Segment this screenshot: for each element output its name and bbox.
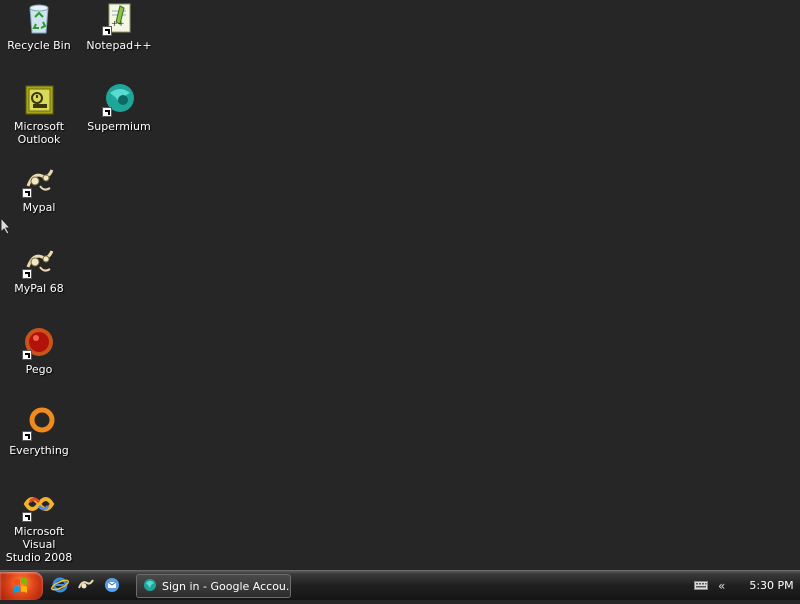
svg-text:++: ++ <box>111 19 124 28</box>
desktop-icon-mypal[interactable]: Mypal <box>0 164 78 214</box>
windows-logo-icon <box>14 577 27 593</box>
desktop-icon-label: Supermium <box>87 120 151 133</box>
shortcut-arrow-icon <box>22 512 32 522</box>
desktop-icon-label: Pego <box>25 363 53 376</box>
mypal-icon <box>22 164 56 198</box>
recycle-bin-icon <box>22 2 56 36</box>
desktop-icon-label: Microsoft Outlook <box>13 120 65 146</box>
shortcut-arrow-icon <box>102 26 112 36</box>
desktop-icon-notepad-plus-plus[interactable]: ++ Notepad++ <box>80 2 158 52</box>
desktop-icon-label: Mypal <box>22 201 56 214</box>
desktop-icon-label: Notepad++ <box>86 39 152 52</box>
desktop-icon-label: Recycle Bin <box>7 39 71 52</box>
taskbar-button-supermium[interactable]: Sign in - Google Accou... <box>136 574 291 598</box>
outlook-express-icon[interactable] <box>102 575 122 595</box>
pego-icon <box>22 326 56 360</box>
desktop-icon-label: MyPal 68 <box>14 282 64 295</box>
supermium-icon <box>102 83 136 117</box>
desktop-icon-visual-studio-2008[interactable]: Microsoft Visual Studio 2008 <box>0 488 78 564</box>
taskbar-button-label: Sign in - Google Accou... <box>162 579 291 593</box>
desktop-icon-label: Microsoft Visual Studio 2008 <box>5 525 73 564</box>
desktop-icon-outlook[interactable]: Microsoft Outlook <box>0 83 78 146</box>
keyboard-icon[interactable] <box>694 576 708 595</box>
mouse-cursor-icon <box>0 216 12 239</box>
desktop: Recycle Bin ++ Notepad++ Microsoft Outlo… <box>0 0 800 570</box>
clock[interactable]: 5:30 PM <box>749 579 793 592</box>
taskbar: Sign in - Google Accou... « 5:30 PM <box>0 570 800 600</box>
mypal-68-icon <box>22 245 56 279</box>
tray-expand-chevron-icon[interactable]: « <box>718 579 725 593</box>
everything-icon <box>22 407 56 441</box>
mypal-icon[interactable] <box>76 575 96 595</box>
visual-studio-icon <box>22 488 56 522</box>
shortcut-arrow-icon <box>22 188 32 198</box>
shortcut-arrow-icon <box>102 107 112 117</box>
internet-explorer-icon[interactable] <box>50 575 70 595</box>
notepad-plus-plus-icon: ++ <box>102 2 136 36</box>
desktop-icon-pego[interactable]: Pego <box>0 326 78 376</box>
shortcut-arrow-icon <box>22 350 32 360</box>
system-tray: « 5:30 PM <box>688 571 800 600</box>
desktop-icon-label: Everything <box>9 444 69 457</box>
desktop-icon-everything[interactable]: Everything <box>0 407 78 457</box>
shortcut-arrow-icon <box>22 269 32 279</box>
quick-launch <box>50 575 122 597</box>
desktop-icon-recycle-bin[interactable]: Recycle Bin <box>0 2 78 52</box>
desktop-icon-supermium[interactable]: Supermium <box>80 83 158 133</box>
supermium-icon <box>143 578 157 595</box>
shortcut-arrow-icon <box>22 431 32 441</box>
desktop-icon-mypal-68[interactable]: MyPal 68 <box>0 245 78 295</box>
start-button[interactable] <box>0 572 43 600</box>
outlook-icon <box>22 83 56 117</box>
